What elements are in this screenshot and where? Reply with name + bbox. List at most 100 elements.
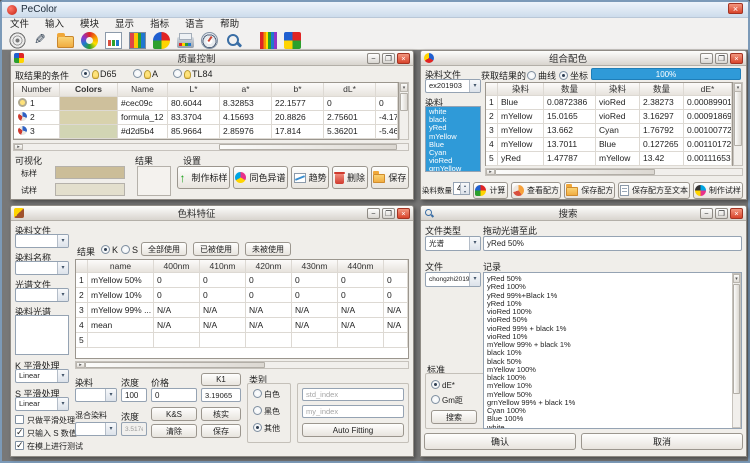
scrollbar-thumb[interactable] — [219, 144, 397, 150]
target-icon[interactable] — [9, 32, 26, 49]
table-row[interactable]: 3mYellow13.662Cyan1.767920.00100772 — [486, 124, 732, 138]
illuminant-d65-radio[interactable]: D65 — [81, 69, 117, 79]
panel-title-bar[interactable]: 搜索 − ❐ × — [421, 206, 746, 221]
scrollbar-thumb[interactable] — [400, 93, 408, 111]
illuminant-a-radio[interactable]: A — [133, 69, 158, 79]
col-header[interactable]: 染料 — [596, 83, 640, 95]
maximize-icon[interactable]: ❐ — [715, 53, 728, 64]
table-row[interactable]: 3 #d2d5b4 85.9664 2.85976 17.814 5.36201… — [14, 125, 398, 139]
k1-value-input[interactable] — [201, 388, 241, 402]
scrollbar-thumb[interactable] — [85, 362, 265, 368]
record-item[interactable]: white — [484, 424, 741, 430]
delete-button[interactable]: 删除 — [332, 166, 367, 189]
k-smooth-select[interactable]: Linear — [15, 369, 69, 383]
de-radio[interactable]: dE* — [431, 380, 455, 390]
col-header[interactable]: 数量 — [544, 83, 596, 95]
clear-button[interactable]: 清除 — [151, 424, 197, 438]
dye-list[interactable]: whiteblackyRedmYellowBlueCyanvioRedgrnYe… — [425, 106, 481, 172]
vertical-scrollbar[interactable] — [732, 273, 741, 428]
dye-name-select[interactable] — [15, 261, 69, 275]
menu-item[interactable]: 指标 — [142, 18, 177, 31]
color-wheel-icon[interactable] — [81, 32, 98, 49]
cancel-button[interactable]: 取消 — [581, 433, 743, 450]
unused-button[interactable]: 未被使用 — [245, 242, 291, 256]
spectrum-file-select[interactable] — [15, 288, 69, 302]
table-row[interactable]: 4meanN/AN/AN/AN/AN/AN/A — [76, 318, 408, 333]
make-standard-button[interactable]: 制作标样 — [177, 166, 230, 189]
mix-dye-select[interactable] — [75, 422, 117, 436]
dye-list-item[interactable]: grnYellow — [429, 165, 480, 172]
dye-count-spinner[interactable]: 4 — [453, 182, 470, 195]
minimize-icon[interactable]: − — [700, 208, 713, 219]
close-icon[interactable]: × — [730, 208, 743, 219]
white-radio[interactable]: 白色 — [253, 389, 280, 400]
ks-button[interactable]: K&S — [151, 407, 197, 421]
save-recipe-text-button[interactable]: 保存配方至文本 — [618, 182, 689, 199]
std-index-input[interactable] — [302, 388, 404, 401]
col-header[interactable]: 400nm — [154, 260, 200, 272]
verify-button[interactable]: 核实 — [201, 407, 241, 421]
dye-file-select[interactable]: ex201903 — [425, 79, 481, 93]
dye-select[interactable] — [75, 388, 117, 402]
folder-icon[interactable] — [57, 36, 74, 48]
col-header[interactable]: L* — [168, 83, 220, 96]
col-header[interactable]: 420nm — [246, 260, 292, 272]
illuminant-tl84-radio[interactable]: TL84 — [173, 69, 213, 79]
test-on-film-checkbox[interactable]: 在模上进行测试 — [15, 441, 83, 452]
s-only-checkbox[interactable]: 只输入 S 数值 — [15, 428, 77, 439]
table-row[interactable]: 2 formula_12 83.3704 4.15693 20.8826 2.7… — [14, 111, 398, 125]
table-row[interactable]: 2mYellow 10%000000 — [76, 288, 408, 303]
col-header[interactable]: 430nm — [292, 260, 338, 272]
use-all-button[interactable]: 全部使用 — [141, 242, 187, 256]
my-index-input[interactable] — [302, 405, 404, 418]
record-item[interactable]: yRed 99%+Black 1% — [484, 292, 741, 300]
maximize-icon[interactable]: ❐ — [382, 208, 395, 219]
spinner-arrows-icon[interactable] — [460, 183, 469, 194]
menu-item[interactable]: 帮助 — [212, 18, 247, 31]
menu-item[interactable]: 语言 — [177, 18, 212, 31]
file-select[interactable]: chongzhi20190 — [425, 272, 481, 287]
col-header[interactable]: Number — [14, 83, 60, 96]
dye-file-select[interactable] — [15, 234, 69, 248]
save-button[interactable]: 保存 — [201, 424, 241, 438]
table-row[interactable]: 3mYellow 99% ...N/AN/AN/AN/AN/AN/A — [76, 303, 408, 318]
col-header[interactable]: name — [88, 260, 154, 272]
col-header[interactable]: 440nm — [338, 260, 384, 272]
chart-doc-icon[interactable] — [105, 32, 122, 49]
col-header[interactable]: dE* — [684, 83, 732, 95]
col-header[interactable]: Name — [118, 83, 168, 96]
dye-spectrum-listbox[interactable] — [15, 315, 69, 355]
s-radio[interactable]: S — [121, 245, 138, 255]
records-listbox[interactable]: yRed 50%yRed 100%yRed 99%+Black 1%yRed 1… — [483, 272, 742, 429]
table-row[interactable]: 1 #cec09c 80.6044 8.32853 22.1577 0 0 — [14, 97, 398, 111]
scroll-down-icon[interactable] — [734, 83, 742, 92]
menu-item[interactable]: 输入 — [37, 18, 72, 31]
k-radio[interactable]: K — [101, 245, 118, 255]
curve-radio[interactable]: 曲线 — [527, 69, 556, 82]
table-row[interactable]: 2mYellow15.0165vioRed3.162970.000918694 — [486, 110, 732, 124]
panel-title-bar[interactable]: 组合配色 − ❐ × — [421, 51, 746, 66]
col-header[interactable]: a* — [220, 83, 272, 96]
price-input[interactable] — [151, 388, 197, 402]
make-sample-button[interactable]: 制作试样 — [693, 182, 743, 199]
horizontal-scrollbar[interactable] — [75, 361, 409, 369]
minimize-icon[interactable]: − — [367, 53, 380, 64]
menu-item[interactable]: 文件 — [2, 18, 37, 31]
scrollbar-thumb[interactable] — [734, 84, 742, 146]
col-header[interactable]: Colors — [60, 83, 118, 96]
record-item[interactable]: mYellow 99% + black 1% — [484, 341, 741, 349]
vertical-scrollbar[interactable] — [399, 82, 409, 140]
smooth-only-checkbox[interactable]: 只做平滑处理 — [15, 415, 75, 426]
gauge-icon[interactable] — [201, 32, 218, 49]
scroll-right-icon[interactable] — [76, 362, 85, 368]
col-header[interactable]: b* — [272, 83, 324, 96]
spectrum-icon[interactable] — [260, 32, 277, 49]
mosaic-icon[interactable] — [284, 32, 301, 49]
table-row[interactable]: 1mYellow 50%000000 — [76, 273, 408, 288]
maximize-icon[interactable]: ❐ — [715, 208, 728, 219]
gm-radio[interactable]: Gm距 — [431, 395, 463, 406]
spectral-table[interactable]: name 400nm 410nm 420nm 430nm 440nm 1mYel… — [75, 259, 409, 359]
close-icon[interactable]: × — [397, 208, 410, 219]
scroll-right-icon[interactable] — [14, 144, 23, 150]
color-table-icon[interactable] — [129, 32, 146, 49]
